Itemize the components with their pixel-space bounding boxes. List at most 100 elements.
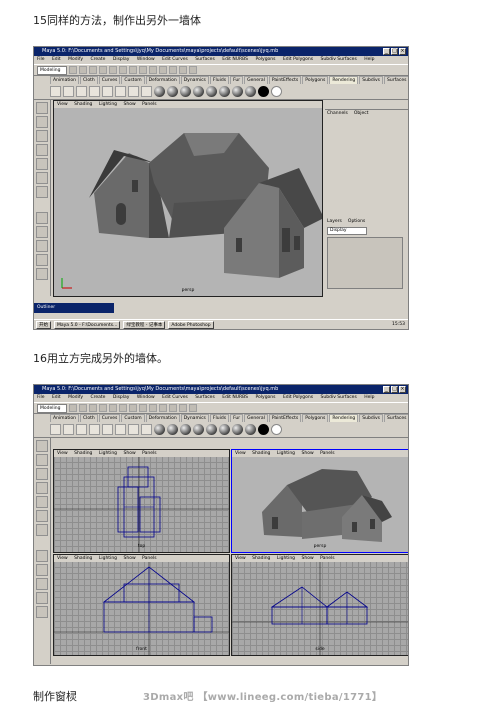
vp-menu-shading[interactable]: Shading (74, 102, 92, 107)
front-viewport[interactable]: View Shading Lighting Show Panels front (53, 554, 230, 656)
shelf-tab-dynamics[interactable]: Dynamics (180, 414, 209, 422)
shelf-tab-animation[interactable]: Animation (50, 76, 79, 84)
vp-menu-panels[interactable]: Panels (320, 556, 334, 561)
shading-map-icon[interactable] (245, 86, 256, 97)
shelf-tab-fur[interactable]: Fur (230, 76, 244, 84)
top-viewport[interactable]: View Shading Lighting Show Panels top (53, 449, 230, 553)
vp-menu-lighting[interactable]: Lighting (99, 102, 117, 107)
four-view-layout-icon[interactable] (36, 564, 48, 576)
menu-polygons[interactable]: Polygons (255, 395, 275, 400)
vp-menu-view[interactable]: View (57, 451, 68, 456)
manipulator-tool-icon[interactable] (36, 172, 48, 184)
vp-menu-view[interactable]: View (57, 556, 68, 561)
open-scene-icon[interactable] (79, 66, 87, 74)
move-tool-icon[interactable] (36, 130, 48, 142)
menu-edit-curves[interactable]: Edit Curves (162, 395, 188, 400)
vp-menu-shading[interactable]: Shading (252, 556, 270, 561)
menu-file[interactable]: File (37, 57, 45, 62)
persp-outliner-layout-icon[interactable] (36, 240, 48, 252)
blinn-material-icon[interactable] (167, 86, 178, 97)
phonge-material-icon[interactable] (193, 424, 204, 435)
menu-window[interactable]: Window (137, 395, 155, 400)
shelf-tab-curves[interactable]: Curves (98, 76, 121, 84)
menu-modify[interactable]: Modify (68, 395, 83, 400)
shelf-tab-deformation[interactable]: Deformation (145, 76, 180, 84)
hypershade-icon[interactable] (128, 424, 139, 435)
shelf-tab-curves[interactable]: Curves (98, 414, 121, 422)
area-light-icon[interactable] (102, 424, 113, 435)
directional-light-icon[interactable] (76, 424, 87, 435)
lasso-tool-icon[interactable] (36, 454, 48, 466)
close-button[interactable]: × (399, 48, 406, 55)
vp-menu-view[interactable]: View (57, 102, 68, 107)
shelf-tab-rendering[interactable]: Rendering (329, 76, 359, 84)
shelf-tab-fluids[interactable]: Fluids (209, 76, 230, 84)
channels-tab[interactable]: Channels (327, 110, 348, 118)
menu-help[interactable]: Help (364, 57, 374, 62)
hypershade-layout-icon[interactable] (36, 606, 48, 618)
last-tool-icon[interactable] (36, 186, 48, 198)
vp-menu-show[interactable]: Show (301, 451, 313, 456)
snap-grid-icon[interactable] (129, 66, 137, 74)
blinn-material-icon[interactable] (167, 424, 178, 435)
taskbar-notepad[interactable]: 绿宝教程 - 记事本 (123, 320, 166, 329)
menu-help[interactable]: Help (364, 395, 374, 400)
ambient-light-icon[interactable] (89, 86, 100, 97)
render-view-icon[interactable] (141, 86, 152, 97)
select-object-icon[interactable] (109, 66, 117, 74)
phonge-material-icon[interactable] (193, 86, 204, 97)
shading-map-icon[interactable] (245, 424, 256, 435)
render-globals-icon[interactable] (189, 66, 197, 74)
minimize-button[interactable]: _ (383, 48, 390, 55)
snap-point-icon[interactable] (149, 404, 157, 412)
persp-outliner-layout-icon[interactable] (36, 578, 48, 590)
taskbar-photoshop[interactable]: Adobe Photoshop (168, 320, 214, 329)
ipr-render-icon[interactable] (179, 404, 187, 412)
vp-menu-panels[interactable]: Panels (142, 556, 156, 561)
lambert-material-icon[interactable] (154, 424, 165, 435)
vp-menu-shading[interactable]: Shading (252, 451, 270, 456)
shelf-tab-rendering[interactable]: Rendering (329, 414, 359, 422)
snap-curve-icon[interactable] (139, 66, 147, 74)
history-icon[interactable] (159, 404, 167, 412)
surface-shader-icon[interactable] (258, 86, 269, 97)
minimize-button-2[interactable]: _ (383, 386, 390, 393)
select-component-icon[interactable] (119, 404, 127, 412)
shelf-tab-surfaces[interactable]: Surfaces (383, 76, 408, 84)
menu-surfaces[interactable]: Surfaces (195, 395, 215, 400)
vp-menu-show[interactable]: Show (123, 102, 135, 107)
render-globals-icon[interactable] (189, 404, 197, 412)
shelf-tab-cloth[interactable]: Cloth (79, 76, 98, 84)
snap-curve-icon[interactable] (139, 404, 147, 412)
vp-menu-view[interactable]: View (235, 556, 246, 561)
hypershade-icon[interactable] (128, 86, 139, 97)
area-light-icon[interactable] (102, 86, 113, 97)
menu-file[interactable]: File (37, 395, 45, 400)
lambert-material-icon[interactable] (154, 86, 165, 97)
menu-window[interactable]: Window (137, 57, 155, 62)
select-tool-icon[interactable] (36, 440, 48, 452)
vp-menu-lighting[interactable]: Lighting (99, 556, 117, 561)
camera-icon[interactable] (115, 424, 126, 435)
select-object-icon[interactable] (109, 404, 117, 412)
new-scene-icon[interactable] (69, 404, 77, 412)
phong-material-icon[interactable] (180, 424, 191, 435)
single-view-layout-icon[interactable] (36, 550, 48, 562)
last-tool-icon[interactable] (36, 524, 48, 536)
shelf-tab-animation[interactable]: Animation (50, 414, 79, 422)
anisotropic-material-icon[interactable] (206, 86, 217, 97)
shelf-tab-subdivs[interactable]: Subdivs (359, 414, 383, 422)
save-scene-icon[interactable] (89, 66, 97, 74)
manipulator-tool-icon[interactable] (36, 510, 48, 522)
four-view-layout-icon[interactable] (36, 226, 48, 238)
shelf-tab-dynamics[interactable]: Dynamics (180, 76, 209, 84)
ramp-shader-icon[interactable] (232, 424, 243, 435)
menu-display[interactable]: Display (113, 395, 130, 400)
single-view-layout-icon[interactable] (36, 212, 48, 224)
shelf-tab-deformation[interactable]: Deformation (145, 414, 180, 422)
move-tool-icon[interactable] (36, 468, 48, 480)
mode-select[interactable]: Modeling (37, 65, 67, 75)
menu-subdiv[interactable]: Subdiv Surfaces (321, 57, 357, 62)
vp-menu-lighting[interactable]: Lighting (277, 451, 295, 456)
display-layer-select[interactable]: Display (327, 227, 367, 235)
